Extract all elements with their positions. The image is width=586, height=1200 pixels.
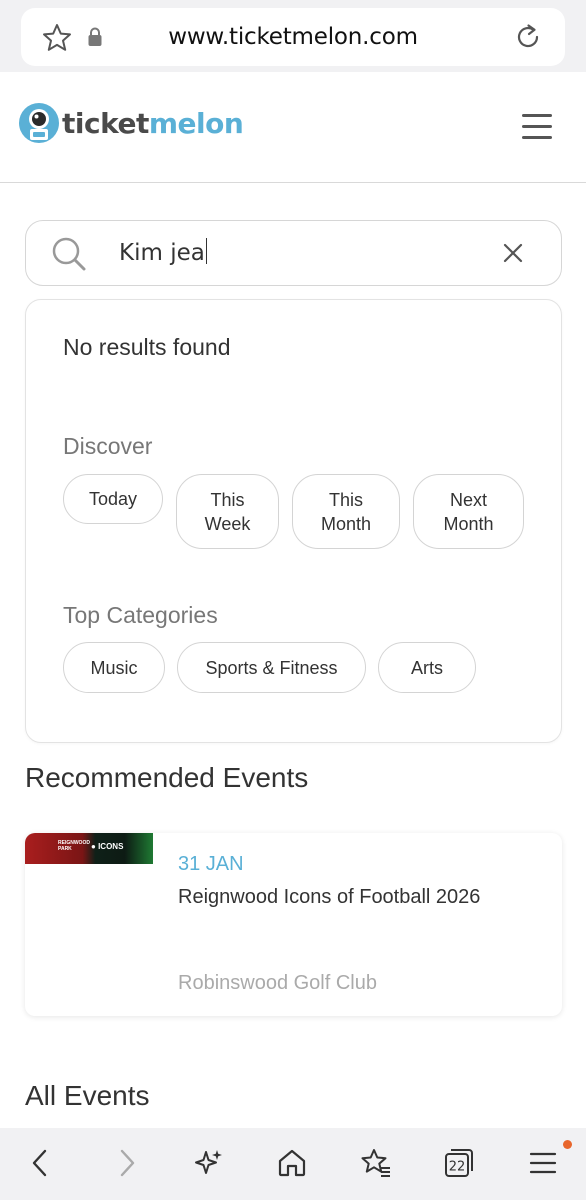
- no-results-message: No results found: [63, 334, 231, 360]
- forward-icon[interactable]: [109, 1146, 143, 1180]
- ticketmelon-logo[interactable]: ticketmelon: [18, 100, 244, 146]
- tabs-icon[interactable]: 22: [442, 1146, 476, 1180]
- url-field[interactable]: www.ticketmelon.com: [21, 8, 565, 66]
- text-caret: [205, 238, 208, 264]
- search-bar[interactable]: Kim jea: [25, 220, 562, 286]
- event-title[interactable]: Reignwood Icons of Football 2026: [178, 886, 480, 909]
- mascot-logo-icon: [19, 103, 59, 143]
- sparkle-ai-icon[interactable]: [192, 1146, 226, 1180]
- site-header: ticketmelon: [0, 72, 586, 183]
- chip-this-month[interactable]: This Month: [292, 474, 400, 549]
- notification-dot: [563, 1140, 572, 1149]
- home-icon[interactable]: [275, 1146, 309, 1180]
- url-text[interactable]: www.ticketmelon.com: [21, 24, 565, 50]
- browser-address-bar: www.ticketmelon.com: [0, 0, 586, 72]
- chip-arts[interactable]: Arts: [378, 642, 476, 693]
- recommended-events-heading: Recommended Events: [25, 762, 309, 793]
- chip-this-week[interactable]: This Week: [176, 474, 279, 549]
- discover-heading: Discover: [63, 433, 153, 459]
- search-icon: [52, 237, 86, 271]
- event-thumbnail: REIGNWOOD PARK ● ICONS: [25, 833, 153, 864]
- bookmarks-icon[interactable]: [359, 1146, 393, 1180]
- chip-today[interactable]: Today: [63, 474, 163, 524]
- menu-lines-icon[interactable]: [527, 1146, 561, 1180]
- reload-icon[interactable]: [513, 22, 543, 52]
- menu-icon[interactable]: [522, 114, 552, 140]
- thumb-icons-text: ● ICONS: [91, 842, 124, 851]
- event-card[interactable]: REIGNWOOD PARK ● ICONS 31 JAN Reignwood …: [25, 833, 562, 1016]
- search-input[interactable]: Kim jea: [119, 238, 208, 266]
- event-venue: Robinswood Golf Club: [178, 972, 377, 994]
- chip-next-month[interactable]: Next Month: [413, 474, 524, 549]
- tabs-count: 22: [449, 1160, 466, 1175]
- search-results-panel: No results found Discover Today This Wee…: [25, 299, 562, 743]
- close-icon[interactable]: [501, 241, 525, 265]
- browser-bottom-nav: 22: [0, 1128, 586, 1200]
- chip-sports-fitness[interactable]: Sports & Fitness: [177, 642, 366, 693]
- event-date: 31 JAN: [178, 853, 244, 875]
- logo-wordmark: ticketmelon: [62, 106, 244, 140]
- all-events-heading: All Events: [25, 1080, 150, 1111]
- thumb-park-text: REIGNWOOD PARK: [58, 840, 90, 852]
- top-categories-heading: Top Categories: [63, 602, 218, 628]
- back-icon[interactable]: [24, 1146, 58, 1180]
- chip-music[interactable]: Music: [63, 642, 165, 693]
